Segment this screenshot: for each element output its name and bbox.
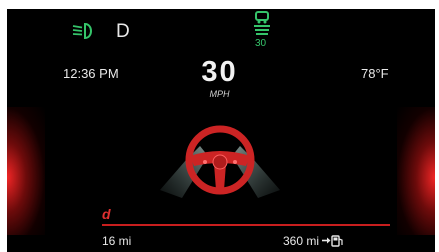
- instrument-cluster-frame: D 30 12:36 PM 30 MPH 78°F d 16 mi 360 mi: [0, 0, 439, 252]
- drive-mode-indicator: d: [102, 206, 111, 222]
- speed-units: MPH: [209, 89, 230, 99]
- drive-mode-divider: [102, 224, 390, 226]
- adaptive-cruise-icon: [254, 11, 270, 35]
- acc-set-speed: 30: [255, 38, 267, 49]
- fuel-range: 360 mi: [283, 234, 320, 248]
- right-red-glow: [397, 107, 435, 235]
- left-red-glow: [7, 107, 45, 235]
- outside-temperature: 78°F: [361, 66, 389, 81]
- fuel-pump-icon: [322, 235, 343, 247]
- trip-distance: 16 mi: [102, 234, 132, 248]
- steering-wheel-hands-icon: [160, 125, 280, 198]
- gear-indicator: D: [116, 21, 130, 42]
- low-beam-headlight-icon: [72, 22, 92, 40]
